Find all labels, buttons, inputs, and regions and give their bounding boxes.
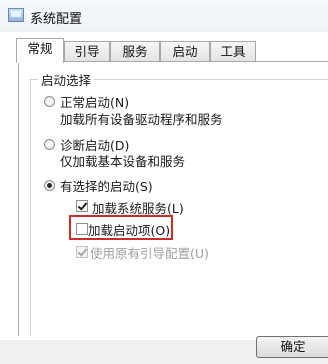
normal-startup-description: 加载所有设备驱动程序和服务 bbox=[60, 112, 223, 127]
use-original-boot-config-label: 使用原有引导配置(U) bbox=[90, 246, 209, 261]
highlight-box bbox=[69, 215, 173, 240]
tab-services[interactable]: 服务 bbox=[110, 41, 160, 61]
system-configuration-window: 系统配置 常规 引导 服务 启动 工具 启动选择 正常启动(N) 加载所有设备驱… bbox=[0, 0, 328, 364]
load-system-services-checkbox[interactable] bbox=[76, 200, 88, 212]
title-bar: 系统配置 bbox=[0, 0, 328, 32]
normal-startup-radio[interactable] bbox=[44, 96, 55, 107]
selective-startup-radio[interactable] bbox=[44, 180, 55, 191]
ok-button[interactable]: 确定 bbox=[256, 336, 328, 358]
msconfig-app-icon bbox=[8, 8, 24, 22]
tab-startup[interactable]: 启动 bbox=[160, 41, 210, 61]
window-title: 系统配置 bbox=[30, 12, 83, 27]
tab-general[interactable]: 常规 bbox=[16, 38, 64, 63]
tab-strip: 常规 引导 服务 启动 工具 bbox=[0, 38, 328, 63]
diagnostic-startup-radio[interactable] bbox=[44, 139, 55, 150]
tab-boot[interactable]: 引导 bbox=[64, 41, 110, 61]
diagnostic-startup-description: 仅加载基本设备和服务 bbox=[60, 154, 186, 169]
use-original-boot-config-checkbox bbox=[76, 246, 88, 258]
tab-tools[interactable]: 工具 bbox=[210, 41, 256, 61]
selective-startup-label[interactable]: 有选择的启动(S) bbox=[60, 176, 153, 195]
startup-selection-label: 启动选择 bbox=[38, 70, 95, 89]
